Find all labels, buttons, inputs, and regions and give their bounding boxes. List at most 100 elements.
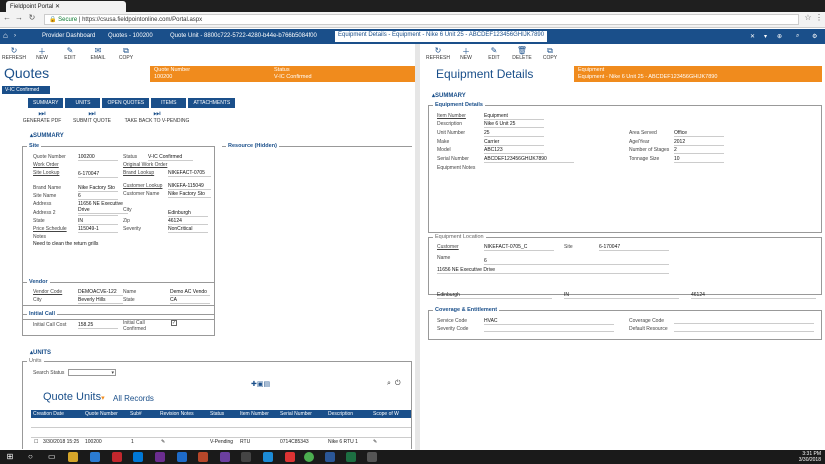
tab-summary[interactable]: SUMMARY (28, 98, 64, 108)
resource-heading[interactable]: Resource (Hidden) (226, 143, 279, 149)
new-button[interactable]: ＋ NEW (32, 46, 52, 61)
app-icon[interactable] (325, 452, 335, 462)
filter-row[interactable] (31, 420, 411, 428)
menu-icon[interactable]: ⋮ (814, 13, 824, 25)
home-icon[interactable]: ⌂ (3, 31, 8, 40)
search-icon[interactable]: ○ (28, 452, 38, 462)
col-sub[interactable]: Sub# (128, 410, 158, 418)
col-revision-notes[interactable]: Revision Notes (158, 410, 208, 418)
copy-button[interactable]: ⧉ COPY (116, 46, 136, 61)
left-scrollbar[interactable] (415, 44, 420, 450)
visual-studio-icon[interactable] (220, 452, 230, 462)
add-unit-icon[interactable]: ✚▣▤ (251, 380, 270, 388)
search-status-select[interactable]: ▾ (68, 369, 116, 376)
app-icon[interactable] (241, 452, 251, 462)
edit-button[interactable]: ✎ EDIT (60, 46, 80, 61)
edit-scope-icon[interactable]: ✎ (373, 439, 377, 445)
app-icon[interactable] (112, 452, 122, 462)
original-work-order-link[interactable]: Original Work Order (123, 162, 167, 168)
app-icon[interactable] (90, 452, 100, 462)
app-icon[interactable] (285, 452, 295, 462)
search-icon[interactable]: ⌕ (796, 33, 799, 40)
close-tab-icon[interactable]: ✕ (750, 33, 755, 40)
vendor-city-label: City (33, 297, 42, 303)
filter-row[interactable] (31, 430, 411, 438)
all-records-label[interactable]: All Records (113, 394, 154, 403)
refresh-button[interactable]: ↻ REFRESH (426, 46, 450, 61)
col-quote-number[interactable]: Quote Number (83, 410, 128, 418)
summary-heading[interactable]: ▴SUMMARY (30, 132, 64, 139)
quote-units-title[interactable]: Quote Units▾ (43, 391, 105, 403)
col-serial-number[interactable]: Serial Number (278, 410, 326, 418)
site-lookup-link[interactable]: Site Lookup (33, 170, 63, 176)
row-checkbox[interactable]: ☐ (34, 439, 38, 445)
tab-attachments[interactable]: ATTACHMENTS (188, 98, 236, 108)
customer-link[interactable]: Customer (437, 244, 459, 250)
right-summary-heading[interactable]: ▴SUMMARY (432, 92, 466, 99)
col-scope[interactable]: Scope of W (371, 410, 411, 418)
email-button[interactable]: ✉ EMAIL (88, 46, 108, 61)
col-item-number[interactable]: Item Number (238, 410, 278, 418)
address2-value[interactable] (78, 210, 118, 216)
chrome-icon[interactable] (304, 452, 314, 462)
tab-units[interactable]: UNITS (65, 98, 101, 108)
reload-icon[interactable]: ↻ (27, 13, 37, 25)
default-resource-value[interactable] (674, 326, 814, 332)
add-icon[interactable]: ⊕ (777, 33, 782, 40)
forward-icon[interactable]: → (14, 13, 24, 25)
nav-quote-unit[interactable]: Quote Unit - 8800c722-5722-4280-b44e-b76… (170, 33, 317, 39)
taskbar-clock[interactable]: 3:31 PM 3/30/2018 (799, 451, 821, 463)
nav-quotes[interactable]: Quotes - 100200 (108, 33, 153, 39)
new-button[interactable]: ＋ NEW (456, 46, 476, 61)
col-description[interactable]: Description (326, 410, 371, 418)
col-status[interactable]: Status (208, 410, 238, 418)
back-icon[interactable]: ← (2, 13, 12, 25)
table-row[interactable]: ☐ 3/30/2018 15:25 100200 1 ✎ V-Pending R… (31, 439, 411, 447)
units-heading[interactable]: ▴UNITS (30, 349, 51, 356)
outlook-icon[interactable] (133, 452, 143, 462)
nav-provider-dashboard[interactable]: Provider Dashboard (42, 33, 95, 39)
app-icon[interactable] (263, 452, 273, 462)
onenote-icon[interactable] (155, 452, 165, 462)
power-icon[interactable]: ⏻ (395, 380, 401, 388)
windows-start-icon[interactable]: ⊞ (5, 452, 15, 462)
initial-call-confirmed-checkbox[interactable]: ✓ (171, 320, 177, 326)
tab-open-quotes[interactable]: OPEN QUOTES (102, 98, 150, 108)
col-creation-date[interactable]: Creation Date (31, 410, 83, 418)
powerpoint-icon[interactable] (198, 452, 208, 462)
star-icon[interactable]: ☆ (803, 13, 813, 25)
price-schedule-value: 115049-1 (78, 226, 118, 233)
excel-icon[interactable] (346, 452, 356, 462)
file-explorer-icon[interactable] (68, 452, 78, 462)
expand-icon[interactable]: › (14, 33, 16, 39)
copy-button[interactable]: ⧉ COPY (540, 46, 560, 61)
edit-button[interactable]: ✎ EDIT (484, 46, 504, 61)
brand-lookup-link[interactable]: Brand Lookup (123, 170, 154, 176)
refresh-button[interactable]: ↻ REFRESH (2, 46, 26, 61)
generate-pdf-button[interactable]: ⏭ GENERATE PDF (22, 109, 62, 124)
severity-code-value[interactable] (484, 326, 614, 332)
customer-lookup-link[interactable]: Customer Lookup (123, 183, 162, 189)
submit-quote-button[interactable]: ⏭ SUBMIT QUOTE (72, 109, 112, 124)
app-icon[interactable] (367, 452, 377, 462)
dropdown-icon[interactable]: ▾ (764, 33, 767, 40)
tab-items[interactable]: ITEMS (151, 98, 187, 108)
task-view-icon[interactable]: ▭ (48, 452, 58, 462)
address-bar[interactable]: 🔒 Secure | https://csusa.fieldpointonlin… (44, 14, 799, 25)
browser-tab[interactable]: Fieldpoint Portal ✕ (6, 1, 126, 12)
coverage-code-value[interactable] (674, 318, 814, 324)
vendor-code-link[interactable]: Vendor Code (33, 289, 62, 295)
edit-note-icon[interactable]: ✎ (161, 439, 165, 445)
word-icon[interactable] (177, 452, 187, 462)
notes-textarea[interactable]: Need to clean the return grills (33, 241, 118, 265)
equipment-notes-textarea[interactable] (484, 166, 624, 221)
work-order-link[interactable]: Work Order (33, 162, 59, 168)
delete-button[interactable]: 🗑 DELETE (512, 46, 532, 61)
price-schedule-link[interactable]: Price Schedule (33, 226, 67, 232)
search-units-icon[interactable]: ⌕ (387, 380, 391, 388)
gear-icon[interactable]: ⚙ (812, 33, 817, 40)
take-back-button[interactable]: ⏭ TAKE BACK TO V-PENDING (122, 109, 192, 124)
item-number-link[interactable]: Item Number (437, 113, 466, 119)
stages-value: 2 (674, 147, 724, 154)
nav-equipment-details[interactable]: Equipment Details - Equipment - Nike 6 U… (335, 31, 548, 42)
